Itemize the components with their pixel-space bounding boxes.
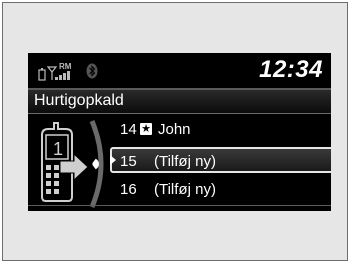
divider [28,113,331,114]
clock: 12:34 [259,56,323,83]
display-screen: RM 12:34 Hurtigopkald 1 14 ★ John 15 (Ti… [28,53,331,211]
signal-label: RM [59,62,72,71]
voice-tag-icon: ★ [140,123,152,135]
speed-dial-list: 14 ★ John 15 (Tilføj ny) 16 (Tilføj ny) [108,115,331,205]
entry-name: (Tilføj ny) [154,181,216,198]
entry-number: 14 [120,121,137,138]
selection-arrow-icon [110,155,116,165]
status-bar: RM 12:34 [28,53,331,89]
divider [28,205,331,206]
entry-name: (Tilføj ny) [154,153,216,170]
speed-dial-entry-16[interactable]: 16 (Tilføj ny) [108,175,331,205]
title-row: Hurtigopkald [28,90,331,114]
entry-name: John [158,121,191,138]
speed-dial-entry-14[interactable]: 14 ★ John [108,115,331,145]
bluetooth-icon [86,63,98,79]
entry-number: 16 [120,181,137,198]
svg-text:1: 1 [53,139,63,159]
figure-frame: RM 12:34 Hurtigopkald 1 14 ★ John 15 (Ti… [2,2,348,261]
speed-dial-entry-15[interactable]: 15 (Tilføj ny) [110,147,331,173]
signal-strength-icon: RM [38,62,72,81]
screen-title: Hurtigopkald [34,92,124,109]
entry-number: 15 [120,153,137,170]
